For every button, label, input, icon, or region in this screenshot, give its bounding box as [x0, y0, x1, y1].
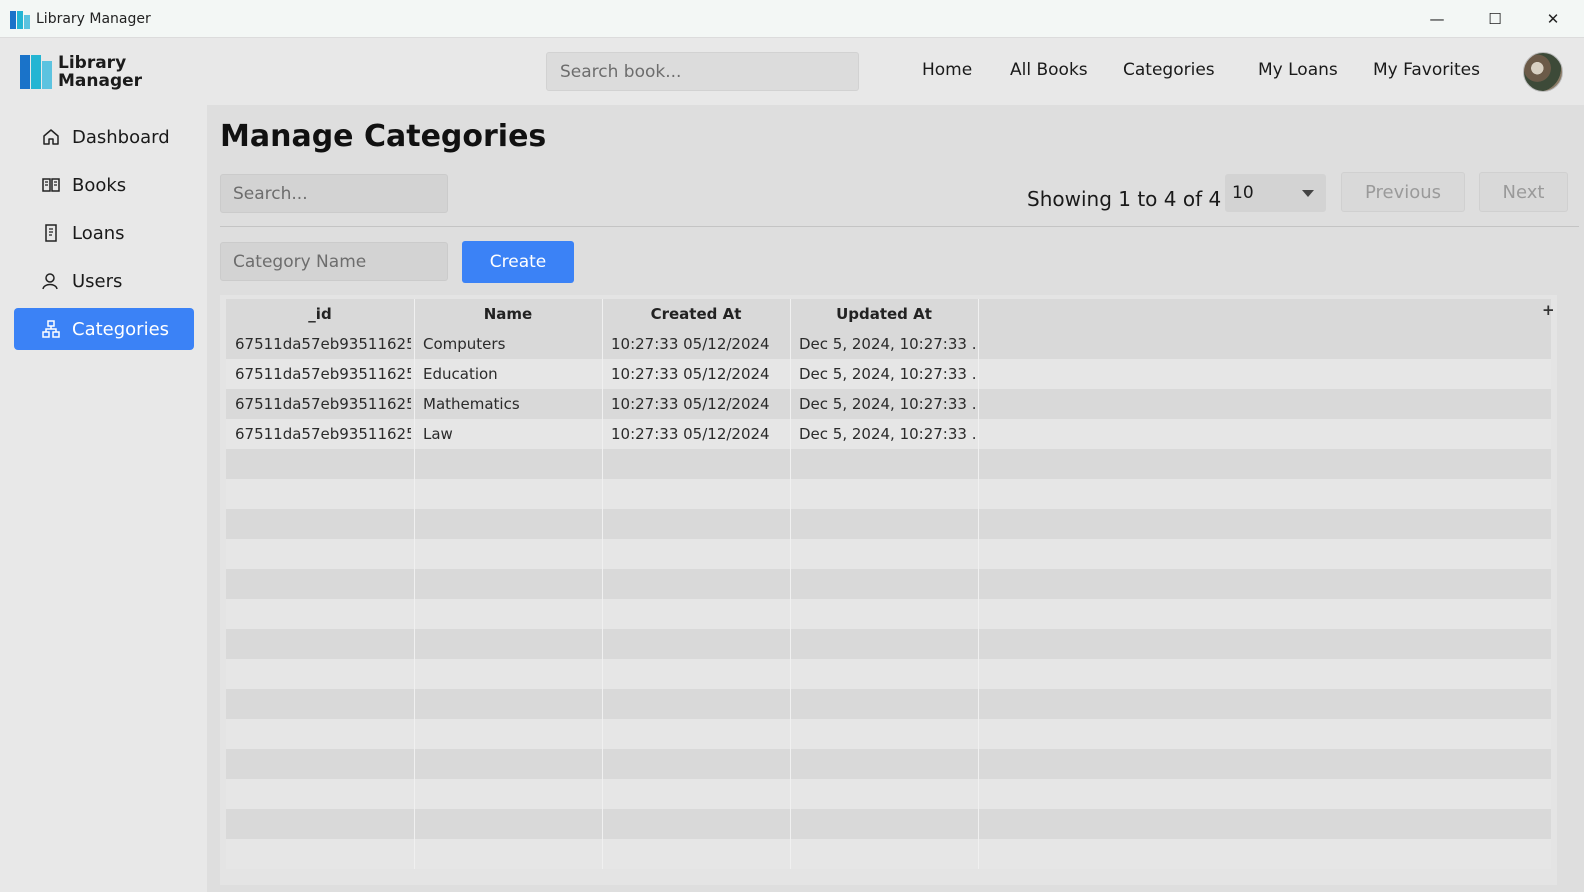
empty-row [226, 629, 1551, 659]
column-header-name[interactable]: Name [414, 299, 602, 329]
table-cell-created-at: 10:27:33 05/12/2024 [611, 395, 770, 413]
table-cell-name: Computers [423, 335, 506, 353]
avatar[interactable] [1523, 52, 1563, 92]
column-header-updated-at[interactable]: Updated At [790, 299, 978, 329]
empty-row [226, 659, 1551, 689]
nav-categories[interactable]: Categories [1123, 60, 1215, 80]
empty-row [226, 599, 1551, 629]
table-cell-id: 67511da57eb93511625... [235, 395, 411, 413]
column-divider[interactable] [414, 299, 415, 869]
divider [220, 226, 1579, 227]
table-cell-id: 67511da57eb93511625... [235, 335, 411, 353]
close-icon: ✕ [1546, 10, 1560, 28]
table-cell-updated-at: Dec 5, 2024, 10:27:33 ... [799, 425, 975, 443]
table-row[interactable]: 67511da57eb93511625... Mathematics 10:27… [226, 389, 1551, 419]
sidebar-item-label: Loans [72, 222, 125, 244]
page-size-select[interactable]: 10 [1225, 174, 1326, 212]
empty-row [226, 449, 1551, 479]
sidebar-item-dashboard[interactable]: Dashboard [14, 116, 194, 158]
column-header-id[interactable]: _id [226, 299, 414, 329]
sidebar-item-categories[interactable]: Categories [14, 308, 194, 350]
chevron-down-icon [1302, 190, 1314, 197]
app-header: Library Manager Home All Books Categorie… [0, 38, 1584, 105]
next-button[interactable]: Next [1479, 172, 1568, 212]
sidebar-item-label: Books [72, 174, 127, 196]
users-icon [40, 270, 62, 292]
nav-all-books[interactable]: All Books [1010, 60, 1088, 80]
empty-row [226, 779, 1551, 809]
app-icon [10, 9, 30, 29]
table-cell-id: 67511da57eb93511625... [235, 365, 411, 383]
table-row[interactable]: 67511da57eb93511625... Law 10:27:33 05/1… [226, 419, 1551, 449]
hierarchy-icon [40, 318, 62, 340]
table-cell-created-at: 10:27:33 05/12/2024 [611, 335, 770, 353]
nav-my-favorites[interactable]: My Favorites [1373, 60, 1480, 80]
receipt-icon [40, 222, 62, 244]
page-title: Manage Categories [220, 119, 547, 154]
table-cell-name: Education [423, 365, 498, 383]
sidebar-item-users[interactable]: Users [14, 260, 194, 302]
close-button[interactable]: ✕ [1524, 0, 1582, 38]
previous-button[interactable]: Previous [1341, 172, 1465, 212]
book-icon [40, 174, 62, 196]
minimize-button[interactable]: — [1408, 0, 1466, 38]
create-button[interactable]: Create [462, 241, 574, 283]
table-cell-name: Mathematics [423, 395, 520, 413]
sidebar-item-label: Users [72, 270, 123, 292]
table-cell-updated-at: Dec 5, 2024, 10:27:33 ... [799, 365, 975, 383]
window-title: Library Manager [36, 10, 151, 27]
column-header-created-at[interactable]: Created At [602, 299, 790, 329]
column-divider[interactable] [978, 299, 979, 869]
column-divider[interactable] [602, 299, 603, 869]
page-size-value: 10 [1232, 183, 1254, 203]
empty-row [226, 539, 1551, 569]
minimize-icon: — [1429, 10, 1445, 28]
empty-row [226, 749, 1551, 779]
sidebar-item-loans[interactable]: Loans [14, 212, 194, 254]
empty-row [226, 719, 1551, 749]
sidebar-item-label: Categories [72, 318, 170, 340]
table-cell-id: 67511da57eb93511625... [235, 425, 411, 443]
empty-row [226, 809, 1551, 839]
nav-home[interactable]: Home [922, 60, 972, 80]
window-titlebar: Library Manager — ☐ ✕ [0, 0, 1584, 38]
logo[interactable]: Library Manager [20, 54, 142, 90]
table-cell-updated-at: Dec 5, 2024, 10:27:33 ... [799, 335, 975, 353]
table-cell-updated-at: Dec 5, 2024, 10:27:33 ... [799, 395, 975, 413]
maximize-icon: ☐ [1488, 10, 1502, 28]
table-cell-name: Law [423, 425, 453, 443]
empty-row [226, 479, 1551, 509]
table-cell-created-at: 10:27:33 05/12/2024 [611, 425, 770, 443]
table-row[interactable]: 67511da57eb93511625... Computers 10:27:3… [226, 329, 1551, 359]
pagination-summary: Showing 1 to 4 of 4 [1027, 187, 1222, 211]
logo-icon [20, 55, 54, 89]
nav-my-loans[interactable]: My Loans [1258, 60, 1338, 80]
sidebar: Dashboard Books Loans Users Categories [0, 105, 207, 892]
add-column-button[interactable]: + [1542, 301, 1555, 319]
empty-row [226, 569, 1551, 599]
sidebar-item-books[interactable]: Books [14, 164, 194, 206]
column-divider[interactable] [790, 299, 791, 869]
empty-row [226, 689, 1551, 719]
category-search-input[interactable] [220, 174, 448, 213]
categories-table: _id Name Created At Updated At + 67511da… [220, 295, 1557, 885]
table-row[interactable]: 67511da57eb93511625... Education 10:27:3… [226, 359, 1551, 389]
table-cell-created-at: 10:27:33 05/12/2024 [611, 365, 770, 383]
main-content: Manage Categories Showing 1 to 4 of 4 10… [207, 105, 1584, 892]
logo-text: Library Manager [58, 53, 143, 91]
empty-row [226, 509, 1551, 539]
home-icon [40, 126, 62, 148]
maximize-button[interactable]: ☐ [1466, 0, 1524, 38]
category-name-input[interactable] [220, 242, 448, 281]
empty-row [226, 839, 1551, 869]
book-search-input[interactable] [546, 52, 859, 91]
sidebar-item-label: Dashboard [72, 126, 170, 148]
table-header: _id Name Created At Updated At + [226, 299, 1555, 329]
